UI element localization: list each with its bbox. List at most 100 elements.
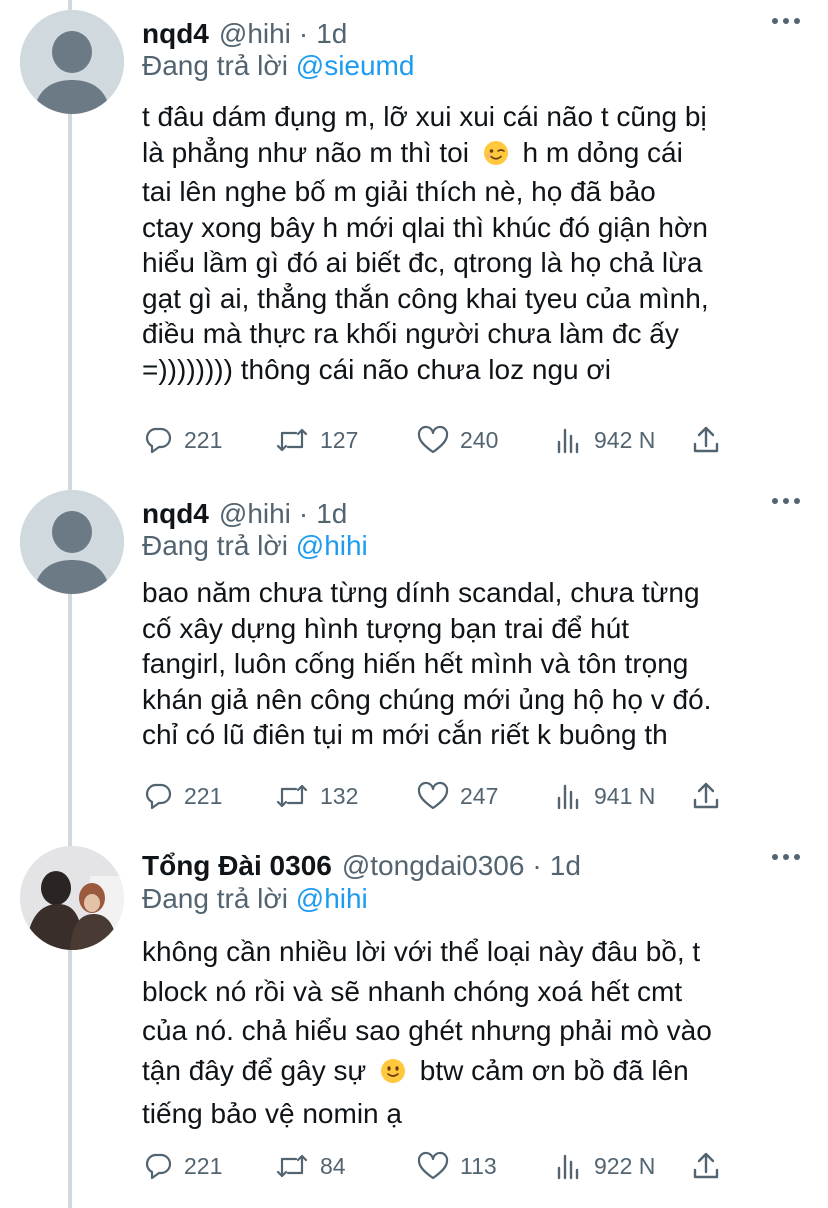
tweet-text-line: tiếng bảo vệ nomin ạ xyxy=(142,1098,402,1129)
username[interactable]: @hihi xyxy=(219,498,291,530)
retweet-button[interactable]: 132 xyxy=(274,776,358,816)
more-options-icon[interactable] xyxy=(772,18,800,26)
tweet-text-line: block nó rồi và sẽ nhanh chóng xoá hết c… xyxy=(142,975,683,1007)
tweet-text-line: t đâu dám đụng m, lỡ xui xui cái não t c… xyxy=(142,101,707,132)
tweet-text-line: không cần nhiều lời với thể loại này đâu… xyxy=(142,936,701,967)
tweet-actions: 221 132 247 941 N xyxy=(142,776,742,816)
views-chart-icon xyxy=(557,428,579,454)
reply-button[interactable]: 221 xyxy=(142,420,222,460)
tweet-header: nqd4 @hihi · 1d xyxy=(142,494,347,534)
retweet-count: 132 xyxy=(320,782,359,809)
default-avatar-icon xyxy=(20,10,124,114)
tweet[interactable]: Tổng Đài 0306 @tongdai0306 · 1d Đang trả… xyxy=(0,836,828,1208)
retweet-button[interactable]: 84 xyxy=(274,1146,346,1186)
views-chart-icon xyxy=(557,784,579,810)
tweet-header: nqd4 @hihi · 1d xyxy=(142,14,347,54)
winking-face-emoji-icon xyxy=(483,139,509,175)
separator: · xyxy=(298,18,309,49)
replying-to-label: Đang trả lời xyxy=(142,50,288,81)
tweet-text-line: là phẳng như não m thì toi h m dỏng cái xyxy=(142,135,810,175)
more-options-icon[interactable] xyxy=(772,498,800,506)
replying-to: Đang trả lời @sieumd xyxy=(142,50,414,82)
share-button[interactable] xyxy=(690,776,732,816)
replying-to: Đang trả lời @hihi xyxy=(142,530,368,562)
retweet-count: 84 xyxy=(320,1152,346,1179)
tweet-text-line: ctay xong bây h mới qlai thì khúc đó giậ… xyxy=(142,211,708,243)
heart-icon xyxy=(417,425,449,454)
like-count: 113 xyxy=(460,1152,497,1179)
reply-icon xyxy=(145,783,172,810)
share-icon xyxy=(693,426,719,453)
like-count: 247 xyxy=(460,782,499,809)
tweet-text-segment: tận đây để gây sự xyxy=(142,1054,367,1086)
tweet-text: không cần nhiều lời với thể loại này đâu… xyxy=(142,932,810,1134)
views-button[interactable]: 922 N xyxy=(556,1146,655,1186)
heart-icon xyxy=(417,1151,449,1180)
default-avatar-icon xyxy=(20,490,124,594)
tweet-text-line: cố xây dựng hình tượng bạn trai để hút xyxy=(142,612,630,644)
mention-link[interactable]: @hihi xyxy=(296,530,368,561)
tweet-text-line: điều mà thực ra khối người chưa làm đc ấ… xyxy=(142,318,679,349)
timestamp[interactable]: 1d xyxy=(550,850,581,882)
display-name[interactable]: Tổng Đài 0306 xyxy=(142,850,332,882)
tweet-actions: 221 127 240 942 N xyxy=(142,420,742,460)
tweet[interactable]: nqd4 @hihi · 1d Đang trả lời @sieumd t đ… xyxy=(0,0,828,480)
tweet-text: t đâu dám đụng m, lỡ xui xui cái não t c… xyxy=(142,99,810,387)
tweet-text-line: hiểu lầm gì đó ai biết đc, qtrong là họ … xyxy=(142,247,703,278)
username[interactable]: @tongdai0306 xyxy=(342,850,525,882)
view-count: 942 N xyxy=(594,426,656,453)
tweet-text-segment: là phẳng như não m thì toi xyxy=(142,136,469,168)
more-options-icon[interactable] xyxy=(772,854,800,862)
like-button[interactable]: 113 xyxy=(416,1146,497,1186)
tweet-text-segment: h m dỏng cái xyxy=(522,136,683,168)
reply-button[interactable]: 221 xyxy=(142,1146,222,1186)
like-count: 240 xyxy=(460,426,499,453)
like-button[interactable]: 240 xyxy=(416,420,498,460)
view-count: 922 N xyxy=(594,1152,656,1179)
mention-link[interactable]: @sieumd xyxy=(296,50,415,81)
avatar[interactable] xyxy=(20,10,124,114)
tweet[interactable]: nqd4 @hihi · 1d Đang trả lời @hihi bao n… xyxy=(0,480,828,836)
views-button[interactable]: 941 N xyxy=(556,776,655,816)
reply-count: 221 xyxy=(184,782,223,809)
username[interactable]: @hihi xyxy=(219,18,291,50)
retweet-icon xyxy=(276,784,308,808)
tweet-text-line: chỉ có lũ điên tụi m mới cắn riết k buôn… xyxy=(142,719,668,750)
tweet-text-line: tận đây để gây sự btw cảm ơn bồ đã lên xyxy=(142,1051,810,1095)
like-button[interactable]: 247 xyxy=(416,776,498,816)
share-button[interactable] xyxy=(690,420,732,460)
display-name[interactable]: nqd4 xyxy=(142,18,209,50)
smiling-face-emoji-icon xyxy=(380,1055,406,1095)
retweet-button[interactable]: 127 xyxy=(274,420,358,460)
tweet-actions: 221 84 113 922 N xyxy=(142,1146,742,1186)
view-count: 941 N xyxy=(594,782,656,809)
retweet-icon xyxy=(276,428,308,452)
tweet-text-line: của nó. chả hiểu sao ghét nhưng phải mò … xyxy=(142,1015,712,1046)
tweet-text-line: khán giả nên công chúng mới ủng hộ họ v … xyxy=(142,683,712,715)
tweet-text-segment: btw cảm ơn bồ đã lên xyxy=(419,1054,689,1086)
replying-to-label: Đang trả lời xyxy=(142,883,288,914)
tweet-header: Tổng Đài 0306 @tongdai0306 · 1d xyxy=(142,846,581,886)
tweet-text-line: bao năm chưa từng dính scandal, chưa từn… xyxy=(142,577,700,608)
display-name[interactable]: nqd4 xyxy=(142,498,209,530)
tweet-text: bao năm chưa từng dính scandal, chưa từn… xyxy=(142,575,810,753)
reply-button[interactable]: 221 xyxy=(142,776,222,816)
share-button[interactable] xyxy=(690,1146,732,1186)
avatar[interactable] xyxy=(20,490,124,594)
reply-count: 221 xyxy=(184,1152,223,1179)
views-button[interactable]: 942 N xyxy=(556,420,655,460)
timestamp[interactable]: 1d xyxy=(316,18,347,50)
tweet-text-line: tai lên nghe bố m giải thích nè, họ đã b… xyxy=(142,176,656,207)
tweet-text-line: =)))))))) thông cái não chưa loz ngu ơi xyxy=(142,353,611,385)
reply-icon xyxy=(145,1153,172,1180)
views-chart-icon xyxy=(557,1154,579,1180)
retweet-icon xyxy=(276,1154,308,1178)
avatar[interactable] xyxy=(20,846,124,950)
mention-link[interactable]: @hihi xyxy=(296,883,368,914)
timestamp[interactable]: 1d xyxy=(316,498,347,530)
reply-icon xyxy=(145,427,172,454)
tweet-text-line: fangirl, luôn cống hiến hết mình và tôn … xyxy=(142,648,689,679)
tweet-text-line: gạt gì ai, thẳng thắn công khai tyeu của… xyxy=(142,282,709,314)
replying-to-label: Đang trả lời xyxy=(142,530,288,561)
retweet-count: 127 xyxy=(320,426,359,453)
